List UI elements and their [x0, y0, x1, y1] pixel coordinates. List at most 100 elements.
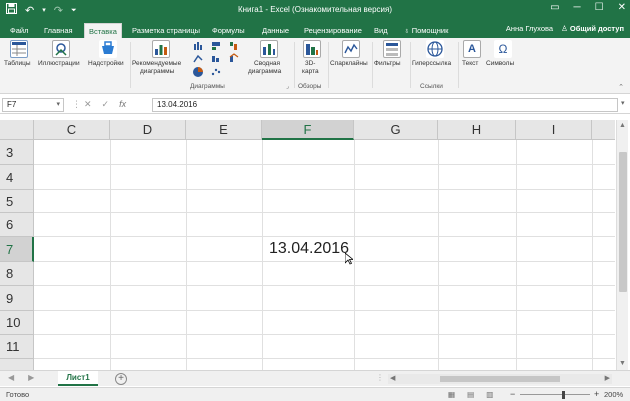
collapse-ribbon-icon[interactable]: ⌃: [618, 83, 624, 91]
column-header-g[interactable]: G: [354, 120, 438, 140]
formula-input[interactable]: 13.04.2016: [152, 98, 618, 112]
row-header-6[interactable]: 6: [0, 213, 34, 237]
row-header-partial[interactable]: [0, 359, 34, 370]
row-header-7[interactable]: 7: [0, 237, 34, 262]
sparklines-button[interactable]: Спарклайны: [330, 38, 372, 94]
horizontal-scrollbar[interactable]: ◀ ▶: [388, 374, 612, 384]
tab-view[interactable]: Вид: [370, 23, 392, 38]
zoom-out-icon[interactable]: −: [510, 389, 515, 399]
waterfall-chart-icon[interactable]: [230, 42, 237, 50]
tab-page-layout[interactable]: Разметка страницы: [128, 23, 204, 38]
column-header-partial[interactable]: [592, 120, 615, 140]
column-header-c[interactable]: C: [34, 120, 110, 140]
tab-file[interactable]: Файл: [6, 23, 32, 38]
links-group-label: Ссылки: [420, 83, 443, 90]
illustrations-label: Иллюстрации: [38, 60, 80, 67]
ribbon-display-icon[interactable]: ▭: [550, 2, 559, 13]
recommended-charts-icon: [152, 40, 170, 58]
worksheet-grid[interactable]: C D E F G H I 3 4 5 6 7 8 9 10 11 13.04.…: [0, 120, 615, 370]
tab-review[interactable]: Рецензирование: [300, 23, 366, 38]
row-header-10[interactable]: 10: [0, 311, 34, 335]
formula-bar-grip-icon[interactable]: ⋮: [72, 99, 81, 110]
column-chart-icon[interactable]: [194, 42, 202, 50]
scroll-left-icon[interactable]: ◀: [390, 374, 395, 384]
vertical-scrollbar[interactable]: ▲ ▼: [616, 120, 628, 370]
grid-line: [34, 334, 615, 335]
addins-button[interactable]: Надстройки: [88, 38, 128, 94]
vertical-scroll-thumb[interactable]: [619, 152, 627, 292]
symbols-button[interactable]: Ω Символы: [486, 38, 520, 94]
grid-line: [354, 140, 355, 370]
tab-split-grip-icon[interactable]: ⋮: [376, 373, 384, 382]
table-icon: [10, 40, 28, 58]
tab-insert[interactable]: Вставка: [84, 23, 122, 38]
minimize-icon[interactable]: ─: [574, 2, 581, 13]
scroll-down-icon[interactable]: ▼: [619, 360, 626, 367]
tab-data[interactable]: Данные: [258, 23, 293, 38]
page-break-view-icon[interactable]: ▥: [486, 390, 493, 399]
tables-button[interactable]: Таблицы: [4, 38, 34, 94]
add-sheet-icon[interactable]: +: [115, 373, 127, 385]
recommended-charts-label-1: Рекомендуемые: [132, 60, 182, 67]
sheet-next-icon[interactable]: ▶: [28, 373, 34, 382]
zoom-in-icon[interactable]: +: [594, 389, 599, 399]
3d-map-label-2: карта: [302, 68, 319, 75]
scroll-right-icon[interactable]: ▶: [605, 374, 610, 384]
chevron-down-icon[interactable]: ▾: [56, 99, 60, 111]
pivot-chart-icon: [260, 40, 278, 58]
pivot-chart-label-2: диаграмма: [248, 68, 282, 75]
enter-icon[interactable]: ✓: [102, 99, 110, 110]
scroll-up-icon[interactable]: ▲: [619, 122, 626, 129]
row-header-8[interactable]: 8: [0, 262, 34, 286]
hierarchy-chart-icon[interactable]: [212, 42, 220, 50]
maximize-icon[interactable]: ☐: [595, 2, 604, 13]
charts-dialog-launcher-icon[interactable]: ⌟: [286, 83, 289, 90]
name-box[interactable]: F7 ▾: [2, 98, 64, 112]
zoom-level[interactable]: 200%: [604, 390, 623, 399]
share-button[interactable]: ♙ Общий доступ: [561, 24, 624, 33]
combo-chart-icon[interactable]: [229, 53, 239, 62]
grid-line: [186, 140, 187, 370]
row-header-11[interactable]: 11: [0, 335, 34, 359]
expand-formula-bar-icon[interactable]: ▾: [621, 99, 625, 107]
horizontal-scroll-thumb[interactable]: [440, 376, 560, 382]
text-button[interactable]: A Текст: [460, 38, 484, 94]
text-box-icon: A: [463, 40, 481, 58]
column-header-h[interactable]: H: [438, 120, 516, 140]
grid-line: [34, 358, 615, 359]
row-header-4[interactable]: 4: [0, 165, 34, 190]
tab-formulas[interactable]: Формулы: [208, 23, 249, 38]
user-name[interactable]: Анна Глухова: [506, 24, 553, 33]
illustrations-button[interactable]: Иллюстрации: [38, 38, 84, 94]
filters-button[interactable]: Фильтры: [374, 38, 410, 94]
row-header-5[interactable]: 5: [0, 190, 34, 213]
share-label: Общий доступ: [569, 24, 624, 33]
insert-function-icon[interactable]: fx: [119, 99, 126, 110]
cancel-icon[interactable]: ✕: [84, 99, 92, 110]
zoom-slider[interactable]: [520, 394, 590, 395]
scatter-chart-icon[interactable]: [211, 68, 221, 76]
tab-tell-me[interactable]: ♁ Помощник: [400, 23, 452, 38]
statistic-chart-icon[interactable]: [212, 56, 219, 62]
select-all-corner[interactable]: [0, 120, 34, 140]
hyperlink-label: Гиперссылка: [412, 60, 452, 67]
sheet-tab-1[interactable]: Лист1: [58, 371, 98, 386]
column-header-i[interactable]: I: [516, 120, 592, 140]
pie-chart-icon[interactable]: [193, 67, 203, 77]
normal-view-icon[interactable]: ▦: [448, 390, 455, 399]
close-icon[interactable]: ✕: [618, 2, 626, 13]
line-chart-icon[interactable]: [193, 54, 203, 63]
row-header-3[interactable]: 3: [0, 140, 34, 165]
column-header-d[interactable]: D: [110, 120, 186, 140]
cell-f7[interactable]: 13.04.2016: [269, 240, 349, 258]
row-header-9[interactable]: 9: [0, 286, 34, 311]
page-layout-view-icon[interactable]: ▤: [467, 390, 474, 399]
column-header-e[interactable]: E: [186, 120, 262, 140]
column-header-f[interactable]: F: [262, 120, 354, 140]
tab-home[interactable]: Главная: [40, 23, 77, 38]
zoom-slider-handle[interactable]: [562, 391, 565, 399]
sheet-prev-icon[interactable]: ◀: [8, 373, 14, 382]
text-label: Текст: [462, 60, 479, 67]
symbols-label: Символы: [486, 60, 515, 67]
recommended-charts-button[interactable]: Рекомендуемые диаграммы: [132, 38, 190, 94]
